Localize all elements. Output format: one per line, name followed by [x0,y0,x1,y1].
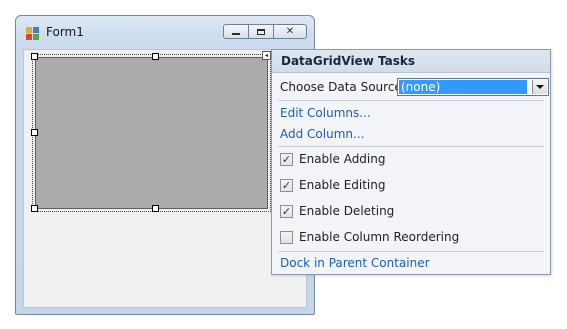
separator [278,146,544,147]
separator [278,251,544,252]
enable-column-reordering-checkbox[interactable] [280,231,293,244]
dock-in-parent-link[interactable]: Dock in Parent Container [280,256,430,270]
option-row-enable-column-reordering[interactable]: Enable Column Reordering [272,228,550,248]
data-source-row: Choose Data Source: (none) [272,78,550,98]
form-app-icon [26,27,40,41]
close-icon: ✕ [285,25,295,37]
add-column-row: Add Column... [272,125,550,145]
data-source-value: (none) [399,80,527,94]
caption-buttons: ✕ [223,24,307,39]
panel-header: DataGridView Tasks [272,50,550,73]
data-source-label: Choose Data Source: [280,80,406,94]
minimize-button[interactable] [223,24,249,39]
add-column-link[interactable]: Add Column... [280,127,364,141]
resize-handle-bottom[interactable] [152,205,159,212]
option-row-enable-editing[interactable]: ✓ Enable Editing [272,176,550,196]
dropdown-arrow-button[interactable] [532,80,547,94]
option-row-enable-deleting[interactable]: ✓ Enable Deleting [272,202,550,222]
close-button[interactable]: ✕ [273,24,307,39]
separator [278,100,544,101]
dock-row: Dock in Parent Container [272,254,550,274]
smart-tag-glyph-icon[interactable]: ◂ [262,51,271,60]
window-title: Form1 [46,25,84,39]
enable-column-reordering-label: Enable Column Reordering [299,230,460,244]
enable-adding-label: Enable Adding [299,152,386,166]
edit-columns-link[interactable]: Edit Columns... [280,106,371,120]
maximize-icon [257,28,265,35]
panel-title: DataGridView Tasks [281,54,415,68]
enable-adding-checkbox[interactable]: ✓ [280,153,293,166]
enable-editing-label: Enable Editing [299,178,386,192]
edit-columns-row: Edit Columns... [272,104,550,124]
enable-deleting-label: Enable Deleting [299,204,395,218]
option-row-enable-adding[interactable]: ✓ Enable Adding [272,150,550,170]
minimize-icon [232,33,240,35]
maximize-button[interactable] [248,24,274,39]
resize-handle-bottom-left[interactable] [31,205,38,212]
enable-editing-checkbox[interactable]: ✓ [280,179,293,192]
chevron-down-icon [536,85,544,89]
enable-deleting-checkbox[interactable]: ✓ [280,205,293,218]
datagridview-tasks-panel: DataGridView Tasks Choose Data Source: (… [271,49,551,275]
selection-outline [32,54,271,212]
data-source-combobox[interactable]: (none) [397,78,549,96]
resize-handle-top-left[interactable] [31,53,38,60]
resize-handle-left[interactable] [31,129,38,136]
resize-handle-top[interactable] [152,53,159,60]
title-bar[interactable]: Form1 ✕ [16,16,314,50]
